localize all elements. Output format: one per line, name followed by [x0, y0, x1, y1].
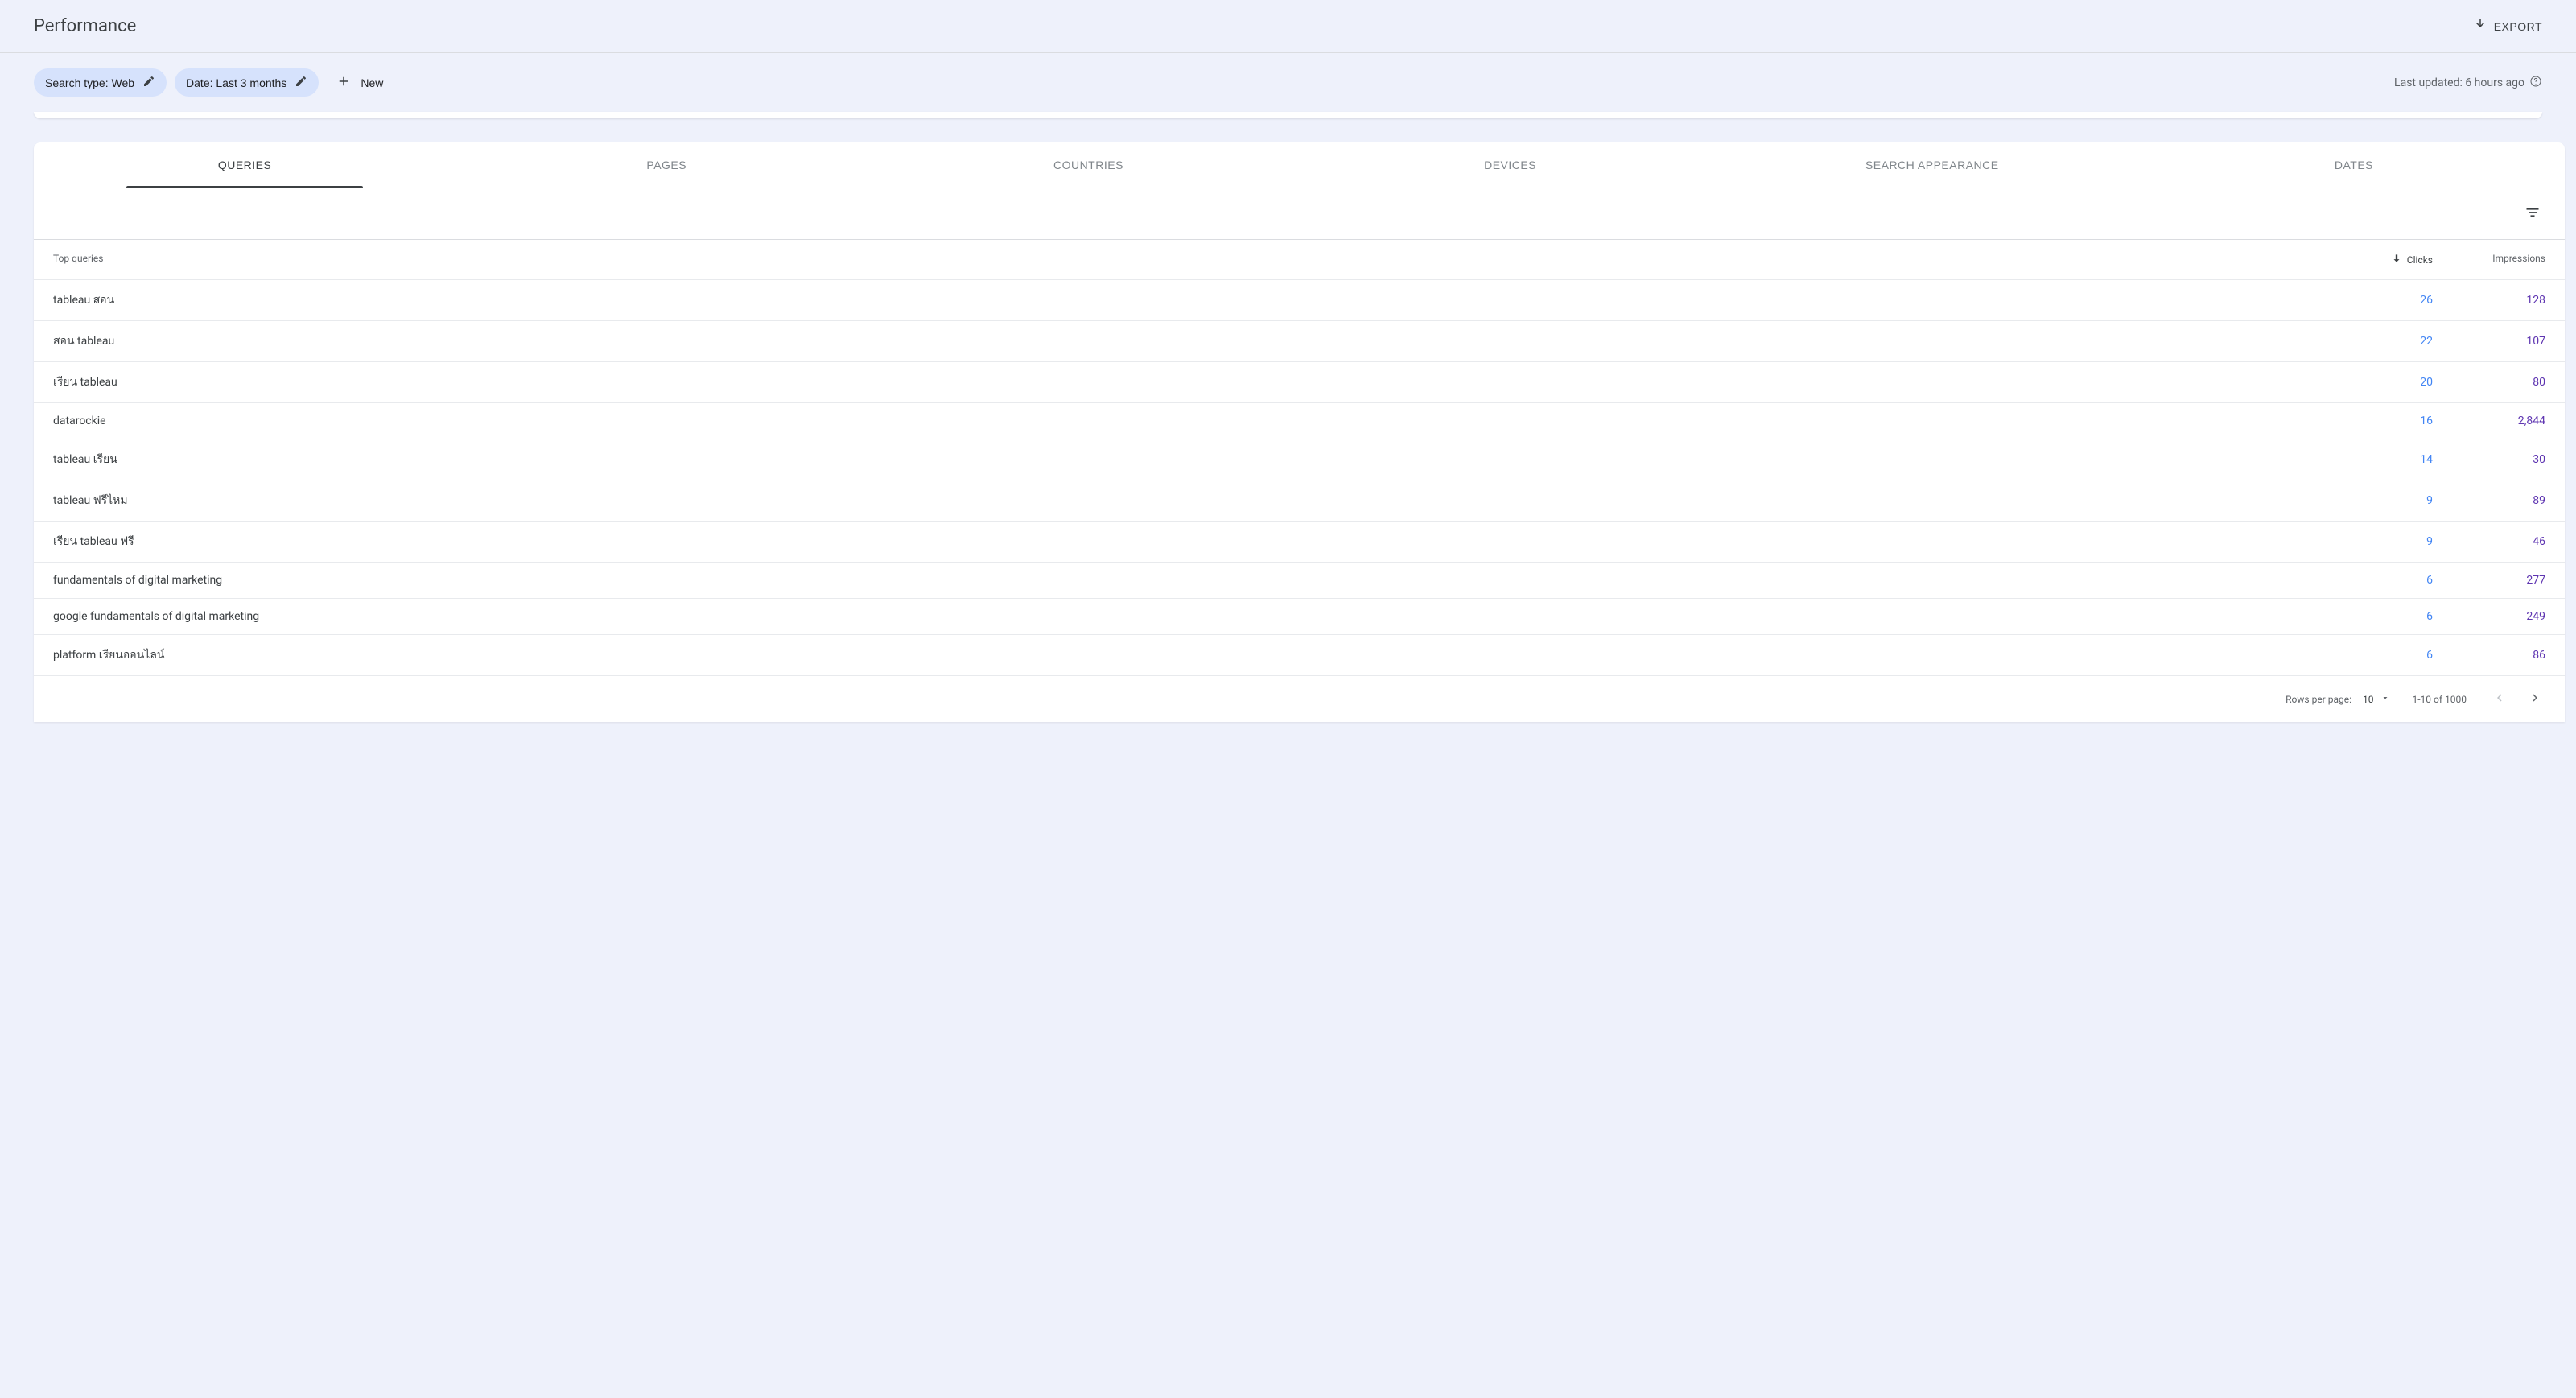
- column-header-query[interactable]: Top queries: [53, 253, 2320, 266]
- table-header: Top queries Clicks Impressions: [34, 239, 2565, 279]
- table-row[interactable]: fundamentals of digital marketing6277: [34, 562, 2565, 598]
- chevron-right-icon: [2528, 695, 2542, 707]
- query-cell: platform เรียนออนไลน์: [53, 646, 2320, 664]
- impressions-cell: 277: [2433, 574, 2545, 587]
- tab-search-appearance[interactable]: SEARCH APPEARANCE: [1721, 142, 2143, 188]
- clicks-cell: 9: [2320, 535, 2433, 548]
- export-button[interactable]: EXPORT: [2473, 18, 2542, 35]
- clicks-cell: 14: [2320, 453, 2433, 466]
- dropdown-icon: [2380, 693, 2390, 705]
- clicks-cell: 16: [2320, 414, 2433, 427]
- new-filter-button[interactable]: New: [327, 68, 393, 97]
- pagination-range: 1-10 of 1000: [2413, 694, 2467, 705]
- date-label: Date: Last 3 months: [186, 76, 286, 89]
- tab-dates[interactable]: DATES: [2143, 142, 2565, 188]
- table-row[interactable]: google fundamentals of digital marketing…: [34, 598, 2565, 634]
- impressions-cell: 128: [2433, 294, 2545, 307]
- table-row[interactable]: datarockie162,844: [34, 402, 2565, 439]
- sort-down-icon: [2391, 253, 2402, 266]
- query-cell: สอน tableau: [53, 332, 2320, 350]
- pencil-icon: [295, 75, 307, 90]
- main-card: QUERIESPAGESCOUNTRIESDEVICESSEARCH APPEA…: [34, 142, 2565, 722]
- tab-queries[interactable]: QUERIES: [34, 142, 455, 188]
- table-row[interactable]: เรียน tableau2080: [34, 361, 2565, 402]
- plus-icon: [336, 74, 351, 91]
- table-row[interactable]: สอน tableau22107: [34, 320, 2565, 361]
- pencil-icon: [142, 75, 155, 90]
- impressions-cell: 107: [2433, 335, 2545, 348]
- impressions-cell: 89: [2433, 494, 2545, 507]
- impressions-cell: 30: [2433, 453, 2545, 466]
- impressions-cell: 46: [2433, 535, 2545, 548]
- chevron-left-icon: [2492, 695, 2507, 707]
- next-page-button[interactable]: [2524, 687, 2545, 711]
- rows-value: 10: [2363, 694, 2374, 705]
- impressions-cell: 80: [2433, 376, 2545, 389]
- query-cell: fundamentals of digital marketing: [53, 574, 2320, 587]
- table-row[interactable]: เรียน tableau ฟรี946: [34, 521, 2565, 562]
- table-body: tableau สอน26128สอน tableau22107เรียน ta…: [34, 279, 2565, 675]
- table-row[interactable]: tableau ฟรีไหม989: [34, 480, 2565, 521]
- search-type-chip[interactable]: Search type: Web: [34, 68, 167, 97]
- query-cell: เรียน tableau ฟรี: [53, 533, 2320, 551]
- filter-chips-container: Search type: Web Date: Last 3 months New: [34, 68, 393, 97]
- rows-per-page-label: Rows per page:: [2285, 694, 2351, 705]
- date-chip[interactable]: Date: Last 3 months: [175, 68, 319, 97]
- query-cell: tableau ฟรีไหม: [53, 492, 2320, 509]
- tab-devices[interactable]: DEVICES: [1300, 142, 1721, 188]
- clicks-cell: 6: [2320, 574, 2433, 587]
- clicks-cell: 9: [2320, 494, 2433, 507]
- search-type-label: Search type: Web: [45, 76, 134, 89]
- filter-icon: [2524, 211, 2541, 223]
- pagination: Rows per page: 10 1-10 of 1000: [34, 675, 2565, 722]
- filter-button[interactable]: [2520, 200, 2545, 228]
- query-cell: tableau สอน: [53, 291, 2320, 309]
- table-row[interactable]: platform เรียนออนไลน์686: [34, 634, 2565, 675]
- prev-page-button[interactable]: [2489, 687, 2510, 711]
- page-title: Performance: [34, 16, 136, 36]
- clicks-header-label: Clicks: [2407, 254, 2433, 266]
- query-cell: tableau เรียน: [53, 451, 2320, 468]
- impressions-cell: 86: [2433, 649, 2545, 662]
- query-cell: google fundamentals of digital marketing: [53, 610, 2320, 623]
- impressions-cell: 2,844: [2433, 414, 2545, 427]
- tabs-container: QUERIESPAGESCOUNTRIESDEVICESSEARCH APPEA…: [34, 142, 2565, 188]
- download-icon: [2473, 18, 2487, 35]
- table-row[interactable]: tableau เรียน1430: [34, 439, 2565, 480]
- column-header-impressions[interactable]: Impressions: [2433, 253, 2545, 266]
- rows-per-page-select[interactable]: 10: [2363, 693, 2390, 705]
- new-label: New: [361, 76, 383, 89]
- column-header-clicks[interactable]: Clicks: [2320, 253, 2433, 266]
- impressions-cell: 249: [2433, 610, 2545, 623]
- export-label: EXPORT: [2494, 20, 2542, 33]
- help-icon[interactable]: [2529, 75, 2542, 91]
- clicks-cell: 6: [2320, 649, 2433, 662]
- tab-pages[interactable]: PAGES: [455, 142, 877, 188]
- clicks-cell: 20: [2320, 376, 2433, 389]
- clicks-cell: 6: [2320, 610, 2433, 623]
- clicks-cell: 22: [2320, 335, 2433, 348]
- clicks-cell: 26: [2320, 294, 2433, 307]
- query-cell: datarockie: [53, 414, 2320, 427]
- last-updated-text: Last updated: 6 hours ago: [2394, 76, 2524, 89]
- query-cell: เรียน tableau: [53, 373, 2320, 391]
- chart-card-bottom: [34, 112, 2542, 118]
- table-row[interactable]: tableau สอน26128: [34, 279, 2565, 320]
- tab-countries[interactable]: COUNTRIES: [877, 142, 1299, 188]
- last-updated: Last updated: 6 hours ago: [2394, 75, 2542, 91]
